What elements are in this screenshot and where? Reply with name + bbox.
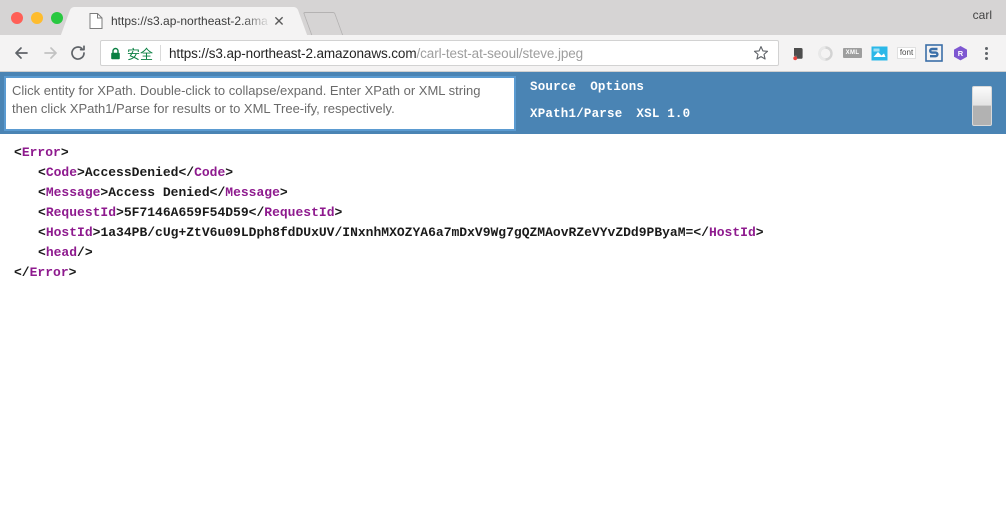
xml-tag-name: RequestId (45, 205, 117, 220)
extensions-bar: XML font R (785, 39, 998, 67)
xml-bracket: > (68, 265, 77, 280)
xml-extension-label: XML (842, 48, 863, 58)
xml-bracket: < (38, 205, 46, 220)
xml-tag-name: Code (194, 165, 226, 180)
xpath-menu-group: Source Options XPath1/Parse XSL 1.0 (530, 72, 690, 121)
xml-bracket: </ (209, 185, 226, 200)
r-extension-icon[interactable]: R (947, 39, 974, 67)
xml-bracket: < (38, 185, 46, 200)
xml-bracket: </ (248, 205, 265, 220)
browser-toolbar: 安全 https://s3.ap-northeast-2.amazonaws.c… (0, 35, 1006, 72)
screenshot-extension-icon[interactable] (866, 39, 893, 67)
xpath-input[interactable] (4, 76, 516, 131)
menu-dot (984, 51, 988, 55)
xml-bracket: /> (77, 245, 93, 260)
xpath-panel-scrollbar[interactable] (972, 86, 992, 126)
scrollbar-thumb[interactable] (973, 87, 991, 106)
font-extension-label: font (896, 47, 917, 59)
xml-bracket: > (60, 145, 69, 160)
lock-icon (110, 47, 122, 60)
close-window-button[interactable] (11, 12, 23, 24)
xml-bracket: < (38, 245, 46, 260)
menu-item-xsl-version[interactable]: XSL 1.0 (636, 107, 690, 121)
evernote-extension-icon[interactable] (785, 39, 812, 67)
xml-tag-name: Message (45, 185, 101, 200)
xml-bracket: </ (14, 265, 30, 280)
xml-extension-icon[interactable]: XML (839, 39, 866, 67)
page-icon (89, 13, 103, 29)
xml-bracket: > (77, 165, 85, 180)
profile-name-label[interactable]: carl (973, 8, 992, 22)
maximize-window-button[interactable] (51, 12, 63, 24)
url-host: https://s3.ap-northeast-2.amazonaws.com (169, 45, 417, 61)
svg-text:R: R (958, 49, 964, 58)
menu-item-xpath1-parse[interactable]: XPath1/Parse (530, 107, 622, 121)
bookmark-star-icon[interactable] (750, 42, 772, 64)
browser-tab[interactable]: https://s3.ap-northeast-2.ama ✕ (75, 7, 293, 35)
xpath-toolbar: Source Options XPath1/Parse XSL 1.0 (0, 72, 1006, 134)
browser-window: https://s3.ap-northeast-2.ama ✕ carl 安全 … (0, 0, 1006, 532)
xml-bracket: < (14, 145, 22, 160)
menu-dot (984, 46, 988, 50)
circle-extension-icon[interactable] (812, 39, 839, 67)
menu-dot (984, 56, 988, 60)
xml-text-value: 1a34PB/cUg+ZtV6u09LDph8fdDUxUV/INxnhMXOZ… (100, 225, 694, 240)
page-content: Source Options XPath1/Parse XSL 1.0 <Err… (0, 72, 1006, 532)
xml-line[interactable]: </Error> (14, 263, 1006, 283)
xml-tag-name: Error (21, 145, 61, 160)
address-bar[interactable]: 安全 https://s3.ap-northeast-2.amazonaws.c… (100, 40, 779, 66)
xml-tag-name: Code (45, 165, 78, 180)
xml-line[interactable]: <HostId>1a34PB/cUg+ZtV6u09LDph8fdDUxUV/I… (14, 223, 1006, 243)
xml-line[interactable]: <Message>Access Denied</Message> (14, 183, 1006, 203)
xpath-menu-row-secondary: XPath1/Parse XSL 1.0 (530, 107, 690, 121)
xml-line[interactable]: <RequestId>5F7146A659F54D59</RequestId> (14, 203, 1006, 223)
xml-tag-name: HostId (708, 225, 756, 240)
xpath-menu-row-primary: Source Options (530, 80, 690, 94)
xml-bracket: > (279, 185, 288, 200)
new-tab-button[interactable] (307, 13, 341, 35)
xml-bracket: < (38, 225, 46, 240)
xml-line[interactable]: <Code>AccessDenied</Code> (14, 163, 1006, 183)
xml-tag-name: Error (29, 265, 69, 280)
url-path: /carl-test-at-seoul/steve.jpeg (416, 45, 584, 61)
xml-bracket: > (755, 225, 764, 240)
url-text: https://s3.ap-northeast-2.amazonaws.com/… (169, 46, 746, 61)
back-button[interactable] (8, 39, 36, 67)
menu-item-source[interactable]: Source (530, 80, 576, 94)
browser-menu-button[interactable] (974, 39, 998, 67)
xml-bracket: > (225, 165, 234, 180)
security-status-label: 安全 (127, 47, 154, 63)
xml-bracket: </ (178, 165, 195, 180)
menu-item-options[interactable]: Options (590, 80, 644, 94)
xml-text-value: AccessDenied (84, 165, 179, 180)
minimize-window-button[interactable] (31, 12, 43, 24)
tab-title: https://s3.ap-northeast-2.ama (111, 14, 268, 28)
tab-strip: https://s3.ap-northeast-2.ama ✕ carl (0, 0, 1006, 35)
xml-bracket: </ (693, 225, 709, 240)
xml-tag-name: RequestId (264, 205, 335, 220)
xml-bracket: < (38, 165, 46, 180)
xml-tag-name: head (45, 245, 78, 260)
xml-text-value: 5F7146A659F54D59 (123, 205, 249, 220)
xml-tree-view: <Error> <Code>AccessDenied</Code> <Message… (0, 134, 1006, 283)
xml-line[interactable]: <head/> (14, 243, 1006, 263)
omnibox-divider (160, 45, 162, 61)
xml-tag-name: HostId (45, 225, 93, 240)
xml-bracket: > (334, 205, 343, 220)
xml-text-value: Access Denied (108, 185, 210, 200)
xml-bracket: > (116, 205, 124, 220)
forward-button[interactable] (36, 39, 64, 67)
reload-button[interactable] (64, 39, 92, 67)
close-tab-button[interactable]: ✕ (271, 13, 287, 29)
s-extension-icon[interactable] (920, 39, 947, 67)
font-extension-icon[interactable]: font (893, 39, 920, 67)
xml-tag-name: Message (225, 185, 280, 200)
xml-line[interactable]: <Error> (14, 143, 1006, 163)
